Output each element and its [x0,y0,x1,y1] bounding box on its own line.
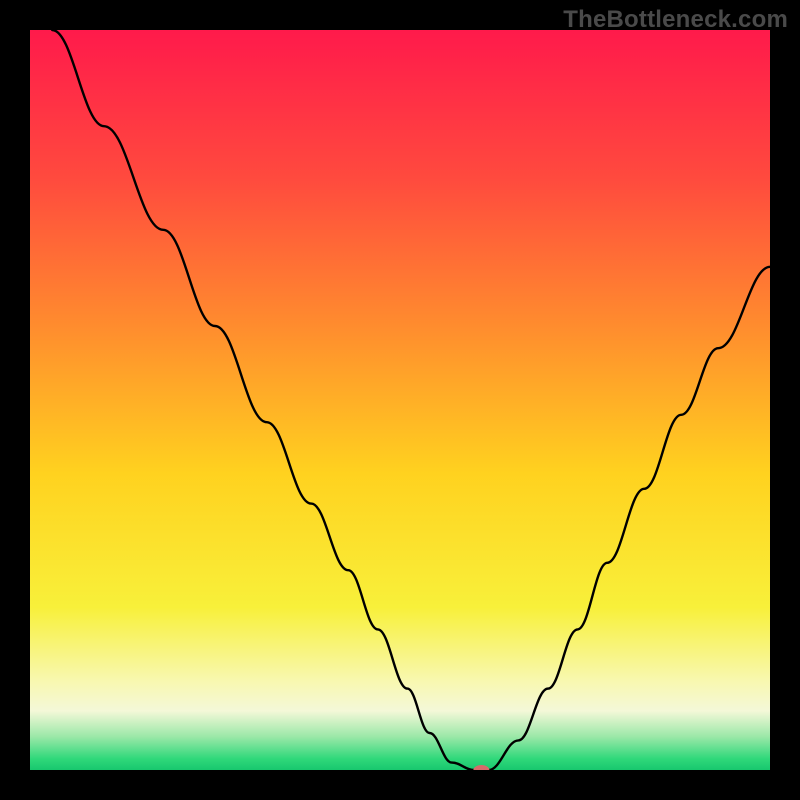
plot-area [30,30,770,770]
chart-frame: TheBottleneck.com [0,0,800,800]
gradient-background [30,30,770,770]
chart-svg [30,30,770,770]
